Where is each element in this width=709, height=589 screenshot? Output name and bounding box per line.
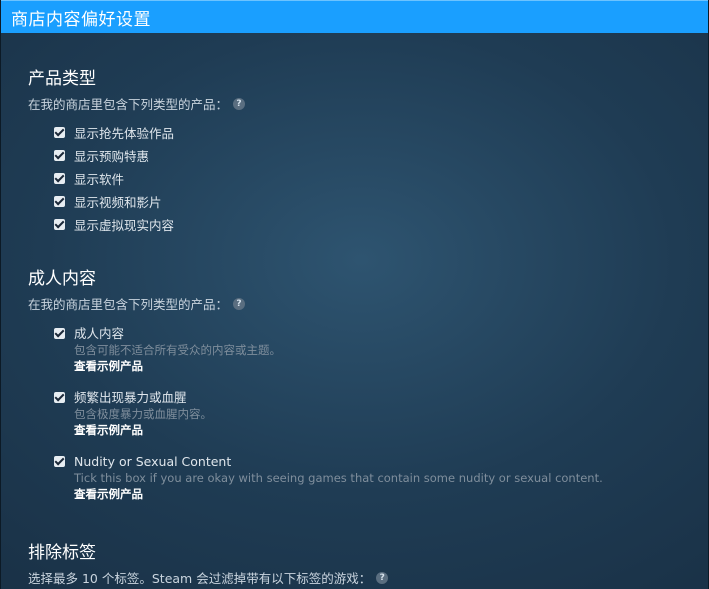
- section-subtitle: 选择最多 10 个标签。Steam 会过滤掉带有以下标签的游戏： ?: [28, 568, 688, 587]
- view-examples-link[interactable]: 查看示例产品: [74, 359, 281, 374]
- option-label: 显示抢先体验作品: [74, 126, 175, 141]
- checkbox[interactable]: [54, 196, 65, 207]
- window-title: 商店内容偏好设置: [11, 9, 151, 30]
- section-subtitle-text: 在我的商店里包含下列类型的产品：: [28, 97, 229, 112]
- option-label: Nudity or Sexual Content: [74, 454, 232, 469]
- section-subtitle-text: 在我的商店里包含下列类型的产品：: [28, 297, 229, 312]
- option-description: Tick this box if you are okay with seein…: [74, 471, 603, 485]
- option-label: 频繁出现暴力或血腥: [74, 390, 187, 405]
- question-icon[interactable]: ?: [233, 97, 246, 110]
- section-adult-content: 成人内容 在我的商店里包含下列类型的产品： ? 成人内容 包含可能不适合所有受众…: [28, 268, 688, 502]
- preferences-window: 商店内容偏好设置 产品类型 在我的商店里包含下列类型的产品： ? 显示抢先体验作…: [0, 0, 709, 589]
- section-subtitle: 在我的商店里包含下列类型的产品： ?: [28, 94, 688, 113]
- section-title: 成人内容: [28, 269, 96, 289]
- option-software[interactable]: 显示软件: [54, 167, 688, 190]
- checkbox[interactable]: [54, 173, 65, 184]
- option-video[interactable]: 显示视频和影片: [54, 190, 688, 213]
- section-title: 产品类型: [28, 69, 96, 89]
- checkbox[interactable]: [54, 392, 65, 403]
- preferences-content: 产品类型 在我的商店里包含下列类型的产品： ? 显示抢先体验作品 显示预购特惠 …: [28, 68, 688, 587]
- section-title: 排除标签: [28, 543, 96, 563]
- option-violence[interactable]: 频繁出现暴力或血腥 包含极度暴力或血腥内容。 查看示例产品: [54, 389, 688, 438]
- option-nudity[interactable]: Nudity or Sexual Content Tick this box i…: [54, 453, 688, 502]
- checkbox[interactable]: [54, 456, 65, 467]
- option-label: 显示软件: [74, 172, 125, 187]
- option-early-access[interactable]: 显示抢先体验作品: [54, 121, 688, 144]
- section-subtitle-text: 选择最多 10 个标签。Steam 会过滤掉带有以下标签的游戏：: [28, 571, 372, 586]
- section-product-types: 产品类型 在我的商店里包含下列类型的产品： ? 显示抢先体验作品 显示预购特惠 …: [28, 68, 688, 236]
- option-label: 成人内容: [74, 326, 125, 341]
- question-icon[interactable]: ?: [233, 297, 246, 310]
- option-label: 显示视频和影片: [74, 195, 162, 210]
- option-description: 包含极度暴力或血腥内容。: [74, 407, 212, 421]
- section-subtitle: 在我的商店里包含下列类型的产品： ?: [28, 294, 688, 313]
- option-vr[interactable]: 显示虚拟现实内容: [54, 213, 688, 236]
- view-examples-link[interactable]: 查看示例产品: [74, 423, 212, 438]
- checkbox[interactable]: [54, 127, 65, 138]
- option-label: 显示虚拟现实内容: [74, 218, 175, 233]
- option-adult[interactable]: 成人内容 包含可能不适合所有受众的内容或主题。 查看示例产品: [54, 325, 688, 374]
- option-preorders[interactable]: 显示预购特惠: [54, 144, 688, 167]
- option-label: 显示预购特惠: [74, 149, 150, 164]
- checkbox[interactable]: [54, 219, 65, 230]
- checkbox[interactable]: [54, 328, 65, 339]
- title-bar: 商店内容偏好设置: [1, 0, 708, 33]
- checkbox[interactable]: [54, 150, 65, 161]
- question-icon[interactable]: ?: [376, 571, 389, 584]
- option-description: 包含可能不适合所有受众的内容或主题。: [74, 343, 281, 357]
- section-exclude-tags: 排除标签 选择最多 10 个标签。Steam 会过滤掉带有以下标签的游戏： ?: [28, 542, 688, 587]
- view-examples-link[interactable]: 查看示例产品: [74, 487, 603, 502]
